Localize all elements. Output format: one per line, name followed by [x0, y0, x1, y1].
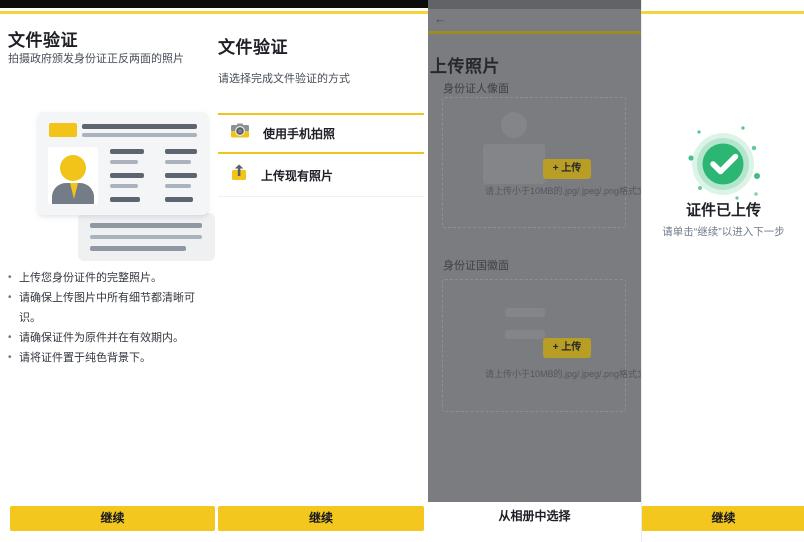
success-subtitle: 请单击“继续”以进入下一步	[642, 224, 804, 239]
page-title: 文件验证	[218, 33, 288, 58]
continue-button[interactable]: 继续	[10, 506, 215, 531]
choose-from-album-button[interactable]: 从相册中选择	[428, 502, 641, 531]
success-title: 证件已上传	[642, 199, 804, 220]
camera-icon	[230, 123, 250, 144]
accent-divider	[428, 31, 641, 34]
panel-upload-success: 证件已上传 请单击“继续”以进入下一步 继续	[641, 0, 804, 542]
option-take-photo[interactable]: 使用手机拍照	[218, 115, 424, 154]
card-photo-avatar	[48, 147, 98, 204]
panel-upload-photos-dimmed: ← 上传照片 身份证人像面 + 上传 请上传小于10MB的.jpg/.jpeg/…	[428, 0, 641, 542]
id-card-back-graphic	[78, 213, 215, 261]
upload-hint-front: 请上传小于10MB的.jpg/.jpeg/.png格式文件	[485, 184, 641, 197]
instruction-item: 上传您身份证件的完整照片。	[8, 268, 213, 288]
upload-hint-back: 请上传小于10MB的.jpg/.jpeg/.png格式文件	[485, 367, 641, 380]
upload-icon	[230, 164, 248, 186]
method-options: 使用手机拍照 上传现有照片	[218, 113, 424, 197]
panel-document-verification-intro: 文件验证 拍摄政府颁发身份证正反两面的照片	[0, 0, 215, 542]
dimmed-overlay: ← 上传照片 身份证人像面 + 上传 请上传小于10MB的.jpg/.jpeg/…	[428, 0, 641, 502]
instruction-item: 请确保证件为原件并在有效期内。	[8, 328, 213, 348]
instruction-item: 请将证件置于纯色背景下。	[8, 348, 213, 368]
panel-verification-method: 文件验证 请选择完成文件验证的方式 使用手机拍照	[218, 0, 424, 542]
upload-dropzone-back[interactable]: + 上传 请上传小于10MB的.jpg/.jpeg/.png格式文件	[442, 279, 626, 412]
back-arrow-icon[interactable]: ←	[434, 11, 447, 26]
status-bar	[0, 0, 428, 8]
continue-button[interactable]: 继续	[218, 506, 424, 531]
id-card-illustration	[30, 110, 215, 262]
option-label: 上传现有照片	[261, 167, 333, 184]
instruction-list: 上传您身份证件的完整照片。 请确保上传图片中所有细节都清晰可识。 请确保证件为原…	[8, 268, 213, 368]
id-front-label: 身份证人像面	[443, 80, 509, 96]
card-logo-block	[49, 123, 77, 137]
status-bar	[428, 0, 641, 9]
instruction-item: 请确保上传图片中所有细节都清晰可识。	[8, 288, 213, 328]
id-back-label: 身份证国徽面	[443, 257, 509, 273]
page-title: 文件验证	[8, 26, 78, 51]
page-subtitle: 拍摄政府颁发身份证正反两面的照片	[8, 50, 184, 66]
option-label: 使用手机拍照	[263, 125, 335, 142]
accent-divider	[0, 11, 804, 14]
upload-button-back[interactable]: + 上传	[543, 338, 591, 358]
upload-dropzone-front[interactable]: + 上传 请上传小于10MB的.jpg/.jpeg/.png格式文件	[442, 97, 626, 228]
option-upload-photo[interactable]: 上传现有照片	[218, 154, 424, 197]
id-card-front-graphic	[38, 112, 208, 215]
page-title: 上传照片	[430, 52, 500, 77]
continue-button[interactable]: 继续	[642, 506, 804, 531]
upload-button-front[interactable]: + 上传	[543, 159, 591, 179]
page-subtitle: 请选择完成文件验证的方式	[218, 70, 350, 86]
